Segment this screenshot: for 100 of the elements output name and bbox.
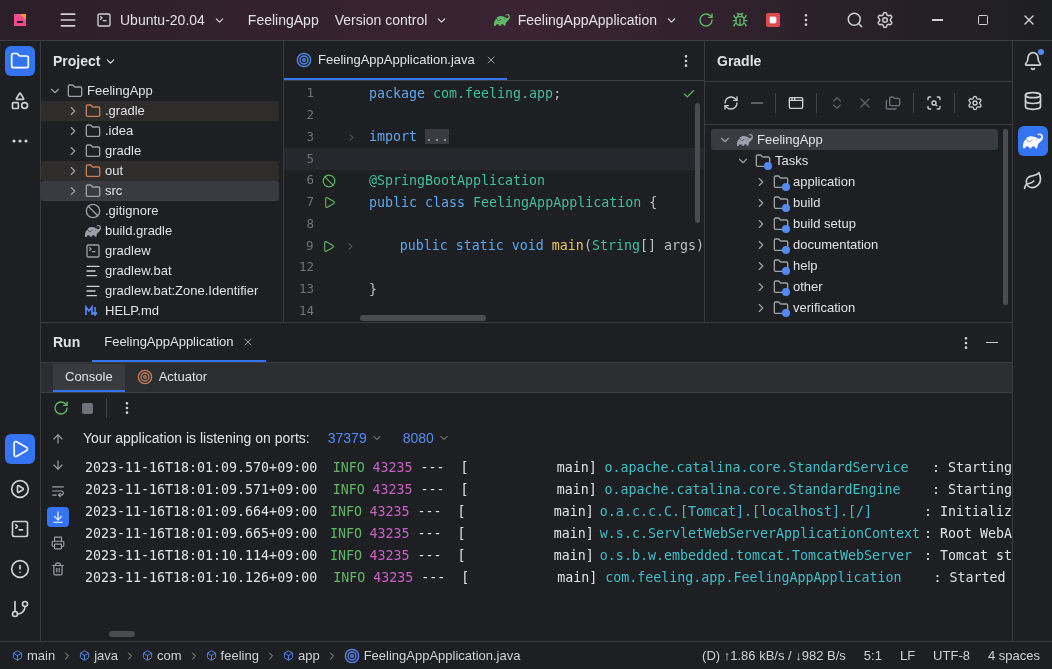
no-problems-icon	[682, 87, 696, 101]
tree-item[interactable]: verification	[711, 297, 998, 318]
horizontal-scrollbar[interactable]	[109, 631, 135, 637]
log-pid: 43235	[369, 547, 410, 566]
task-folder-icon	[773, 257, 789, 274]
log-timestamp: 2023-11-16T18:01:09.665+09:00	[85, 525, 319, 544]
project-view-selector[interactable]: Project	[53, 50, 118, 72]
analyze-icon[interactable]	[926, 95, 942, 111]
line-number: 5	[305, 149, 314, 168]
tree-item[interactable]: .gitignore	[41, 201, 279, 221]
folder-icon	[10, 51, 30, 71]
editor-tab[interactable]: FeelingAppApplication.java	[284, 41, 507, 80]
tree-item[interactable]: .gradle	[41, 101, 279, 121]
tree-item[interactable]: FeelingApp	[711, 129, 998, 150]
rerun-icon[interactable]	[53, 400, 69, 416]
status-item[interactable]: (D) ↑1.86 kB/s / ↓982 B/s	[702, 645, 846, 666]
tool-window-button[interactable]	[5, 46, 35, 76]
run-configuration-selector[interactable]: FeelingAppApplication	[487, 5, 684, 35]
vertical-scrollbar[interactable]	[695, 103, 700, 223]
breadcrumb[interactable]: FeelingAppApplication.java	[343, 645, 521, 666]
tree-item[interactable]: HELP.md	[41, 301, 279, 321]
log-level: INFO	[333, 569, 367, 588]
stop-icon[interactable]	[81, 401, 94, 415]
status-item[interactable]: UTF-8	[933, 645, 970, 666]
tree-item[interactable]: out	[41, 161, 279, 181]
tree-item[interactable]: gradlew.bat	[41, 261, 279, 281]
reload-icon[interactable]	[723, 95, 739, 111]
remote-host-selector[interactable]: Ubuntu-20.04	[90, 5, 232, 35]
search-button[interactable]	[846, 11, 864, 29]
log-timestamp: 2023-11-16T18:01:10.126+09:00	[85, 569, 319, 588]
text-file-icon	[85, 263, 101, 279]
run-icon[interactable]	[321, 239, 335, 253]
rerun-button[interactable]	[698, 12, 714, 28]
tree-item[interactable]: gradlew.bat:Zone.Identifier	[41, 281, 279, 301]
run-window-icon[interactable]	[788, 95, 804, 111]
tree-item[interactable]: gradle	[41, 141, 279, 161]
main-menu-button[interactable]	[58, 10, 78, 30]
code-line: }	[369, 280, 377, 299]
log-logger: o.apache.catalina.core.StandardService	[604, 459, 910, 478]
console-tool-button[interactable]	[47, 507, 69, 527]
status-item[interactable]: 4 spaces	[987, 645, 1040, 666]
elephant-icon	[737, 131, 753, 148]
tree-item[interactable]: Tasks	[711, 150, 998, 171]
log-thread: [ main]	[457, 547, 595, 566]
tree-item[interactable]: FeelingApp	[41, 81, 279, 101]
status-item[interactable]: 5:1	[863, 645, 882, 666]
tree-item[interactable]: build	[711, 192, 998, 213]
tool-window-button[interactable]	[5, 434, 35, 464]
bug-icon	[732, 12, 748, 28]
port-link[interactable]: 8080	[402, 427, 450, 449]
breadcrumb[interactable]: feeling	[205, 645, 259, 666]
tree-item[interactable]: gradlew	[41, 241, 279, 261]
tree-item[interactable]: other	[711, 276, 998, 297]
debug-button[interactable]	[732, 12, 748, 28]
line-number: 13	[297, 280, 314, 299]
settings-icon[interactable]	[967, 95, 983, 111]
tree-item[interactable]: build setup	[711, 213, 998, 234]
folders-icon[interactable]	[885, 95, 901, 111]
text-file-icon	[85, 283, 101, 299]
log-pid: 43235	[372, 481, 413, 500]
log-level: INFO	[332, 459, 366, 478]
tree-item[interactable]: build.gradle	[41, 221, 279, 241]
breadcrumb[interactable]: main	[12, 645, 56, 666]
tree-item[interactable]: application	[711, 171, 998, 192]
line-number: 12	[297, 258, 314, 277]
line-number: 2	[305, 106, 314, 125]
stop-button[interactable]	[766, 13, 780, 27]
log-thread: [ main]	[460, 481, 598, 500]
breadcrumb[interactable]: com	[142, 645, 182, 666]
vertical-scrollbar[interactable]	[1003, 129, 1008, 305]
run-icon[interactable]	[322, 196, 336, 210]
vcs-menu[interactable]: Version control	[328, 5, 455, 35]
console-tab[interactable]: Actuator	[124, 364, 220, 392]
tree-item[interactable]: .idea	[41, 121, 279, 141]
wrap-icon	[51, 484, 65, 498]
console-tab[interactable]: Console	[53, 364, 125, 392]
horizontal-scrollbar[interactable]	[360, 315, 486, 321]
log-message: : Starting	[931, 459, 1012, 478]
app-logo	[12, 12, 28, 28]
settings-button[interactable]	[876, 11, 894, 29]
code-line: public static void main(String[] args)	[398, 237, 704, 256]
package-icon	[142, 650, 154, 661]
project-name-button[interactable]: FeelingApp	[241, 5, 325, 35]
line-number: 8	[305, 214, 314, 233]
line-number: 3	[305, 127, 314, 146]
log-timestamp: 2023-11-16T18:01:09.570+09:00	[85, 459, 319, 478]
elephant-icon	[1022, 131, 1043, 151]
port-link[interactable]: 37379	[327, 427, 383, 449]
task-folder-icon	[773, 194, 789, 211]
line-number: 14	[297, 301, 314, 320]
hide-icon[interactable]	[986, 341, 998, 344]
breadcrumb[interactable]: java	[79, 645, 119, 666]
tree-item[interactable]: documentation	[711, 234, 998, 255]
breadcrumb[interactable]: app	[282, 645, 320, 666]
status-item[interactable]: LF	[899, 645, 916, 666]
folder-icon	[85, 183, 101, 199]
tool-window-button[interactable]	[1017, 126, 1048, 156]
tree-item[interactable]: help	[711, 255, 998, 276]
tree-item[interactable]: src	[41, 181, 279, 201]
line-number: 9	[305, 236, 314, 255]
